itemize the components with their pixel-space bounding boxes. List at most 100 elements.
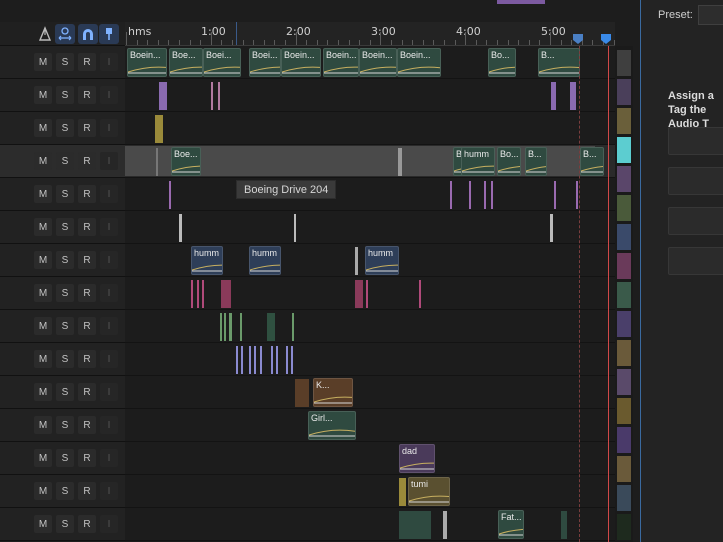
clip-sliver[interactable] <box>399 511 417 539</box>
record-arm-button[interactable]: R <box>78 86 96 104</box>
input-monitor-button[interactable]: I <box>100 284 118 302</box>
track-header[interactable]: MSRI <box>0 244 125 277</box>
track-color-swatch[interactable] <box>617 398 631 424</box>
clip-sliver[interactable] <box>551 82 556 110</box>
top-scroll-thumb[interactable] <box>497 0 545 4</box>
audio-clip[interactable]: Boein... <box>127 48 167 77</box>
mute-button[interactable]: M <box>34 449 52 467</box>
track-lanes[interactable]: Boein... Boe... Boei... Boei... Boein... Boei… <box>125 46 615 542</box>
input-monitor-button[interactable]: I <box>100 119 118 137</box>
clip-sliver[interactable] <box>417 511 431 539</box>
clip-sliver[interactable] <box>355 280 363 308</box>
input-monitor-button[interactable]: I <box>100 251 118 269</box>
record-arm-button[interactable]: R <box>78 218 96 236</box>
audio-clip[interactable]: Boei... <box>249 48 281 77</box>
clip-sliver[interactable] <box>271 346 273 374</box>
mute-button[interactable]: M <box>34 416 52 434</box>
clip-sliver[interactable] <box>240 313 242 341</box>
mute-button[interactable]: M <box>34 482 52 500</box>
playhead-handle-icon[interactable] <box>601 34 611 44</box>
track-header[interactable]: MSRI <box>0 145 125 178</box>
track-color-swatch[interactable] <box>617 485 631 511</box>
tag-field[interactable] <box>668 247 723 275</box>
clip-sliver[interactable] <box>292 313 294 341</box>
clip-sliver[interactable] <box>211 82 213 110</box>
mute-button[interactable]: M <box>34 350 52 368</box>
audio-clip[interactable]: Boei... <box>203 48 241 77</box>
tag-field[interactable] <box>668 127 723 155</box>
mute-button[interactable]: M <box>34 185 52 203</box>
clip-sliver[interactable] <box>159 82 167 110</box>
audio-clip[interactable]: humm <box>365 246 399 275</box>
track-lane[interactable]: Fat... <box>125 508 615 541</box>
record-arm-button[interactable]: R <box>78 449 96 467</box>
clip-sliver[interactable] <box>419 280 421 308</box>
clip-sliver[interactable] <box>224 313 226 341</box>
input-monitor-button[interactable]: I <box>100 53 118 71</box>
mute-button[interactable]: M <box>34 515 52 533</box>
time-ruler[interactable]: hms 1:00 2:00 3:00 4:00 5:00 <box>125 22 615 46</box>
record-arm-button[interactable]: R <box>78 383 96 401</box>
record-arm-button[interactable]: R <box>78 251 96 269</box>
track-header[interactable]: MSRI <box>0 376 125 409</box>
clip-sliver[interactable] <box>469 181 471 209</box>
track-lane[interactable] <box>125 310 615 343</box>
input-monitor-button[interactable]: I <box>100 317 118 335</box>
solo-button[interactable]: S <box>56 218 74 236</box>
record-arm-button[interactable]: R <box>78 515 96 533</box>
clip-sliver[interactable] <box>355 247 358 275</box>
track-header[interactable]: MSRI <box>0 475 125 508</box>
clip-sliver[interactable] <box>156 148 158 176</box>
record-arm-button[interactable]: R <box>78 350 96 368</box>
track-header[interactable]: MSRI <box>0 277 125 310</box>
audio-clip[interactable]: Bo... <box>497 147 521 176</box>
track-lane[interactable]: humm humm humm <box>125 244 615 277</box>
solo-button[interactable]: S <box>56 251 74 269</box>
record-arm-button[interactable]: R <box>78 416 96 434</box>
clip-sliver[interactable] <box>276 346 278 374</box>
top-scroll-strip[interactable] <box>0 0 640 22</box>
marker-flag-icon[interactable] <box>573 34 583 44</box>
audio-clip[interactable]: humm <box>461 147 495 176</box>
track-color-swatch[interactable] <box>617 427 631 453</box>
track-color-swatch[interactable] <box>617 108 631 134</box>
clip-sliver[interactable] <box>570 82 576 110</box>
track-color-swatch[interactable] <box>617 282 631 308</box>
audio-clip[interactable]: tumi <box>408 477 450 506</box>
audio-clip[interactable]: humm <box>249 246 281 275</box>
mute-button[interactable]: M <box>34 218 52 236</box>
track-header[interactable]: MSRI <box>0 46 125 79</box>
track-lane[interactable] <box>125 178 615 211</box>
solo-button[interactable]: S <box>56 383 74 401</box>
track-header[interactable]: MSRI <box>0 178 125 211</box>
clip-sliver[interactable] <box>554 181 556 209</box>
clip-sliver[interactable] <box>561 511 567 539</box>
solo-button[interactable]: S <box>56 515 74 533</box>
magnet-icon[interactable] <box>78 24 98 44</box>
track-color-swatch[interactable] <box>617 137 631 163</box>
track-color-swatch[interactable] <box>617 195 631 221</box>
track-lane[interactable]: K... <box>125 376 615 409</box>
input-monitor-button[interactable]: I <box>100 515 118 533</box>
input-monitor-button[interactable]: I <box>100 152 118 170</box>
marker-pin-icon[interactable] <box>99 24 119 44</box>
audio-clip[interactable]: dad <box>399 444 435 473</box>
track-lane[interactable] <box>125 211 615 244</box>
clip-sliver[interactable] <box>169 181 171 209</box>
solo-button[interactable]: S <box>56 185 74 203</box>
clip-sliver[interactable] <box>366 280 368 308</box>
mute-button[interactable]: M <box>34 53 52 71</box>
solo-button[interactable]: S <box>56 317 74 335</box>
track-header[interactable]: MSRI <box>0 442 125 475</box>
solo-button[interactable]: S <box>56 119 74 137</box>
record-arm-button[interactable]: R <box>78 152 96 170</box>
input-monitor-button[interactable]: I <box>100 449 118 467</box>
audio-clip[interactable]: B... <box>538 48 580 77</box>
clip-sliver[interactable] <box>254 346 256 374</box>
track-header[interactable]: MSRI <box>0 343 125 376</box>
tag-field[interactable] <box>668 167 723 195</box>
audio-clip[interactable]: Boein... <box>397 48 441 77</box>
track-header[interactable]: MSRI <box>0 508 125 541</box>
solo-button[interactable]: S <box>56 86 74 104</box>
playhead[interactable] <box>608 46 609 542</box>
